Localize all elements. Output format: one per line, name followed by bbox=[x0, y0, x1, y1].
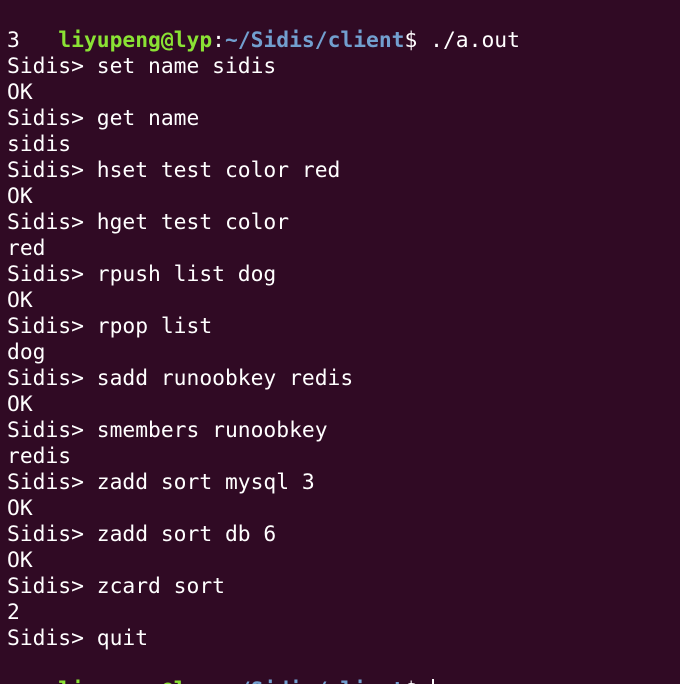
command-line: Sidis> smembers runoobkey bbox=[7, 418, 328, 443]
output-line: OK bbox=[7, 288, 33, 313]
command-line: Sidis> zadd sort mysql 3 bbox=[7, 470, 315, 495]
command-line: Sidis> zcard sort bbox=[7, 574, 225, 599]
output-line: sidis bbox=[7, 132, 72, 157]
prompt-trailing-space bbox=[417, 678, 430, 684]
command-line: Sidis> get name bbox=[7, 106, 200, 131]
prompt-path: ~/Sidis/client bbox=[225, 28, 405, 53]
command-text: ./a.out bbox=[417, 28, 520, 53]
output-line: OK bbox=[7, 80, 33, 105]
prompt-dollar: $ bbox=[405, 678, 418, 684]
prompt-dollar: $ bbox=[404, 28, 418, 53]
output-line: redis bbox=[7, 444, 72, 469]
output-line: OK bbox=[7, 496, 33, 521]
command-line: Sidis> rpop list bbox=[7, 314, 213, 339]
prompt-separator: : bbox=[212, 678, 225, 684]
command-line: Sidis> rpush list dog bbox=[7, 262, 277, 287]
prompt-user-host: liyupeng@lyp bbox=[58, 28, 213, 53]
command-line: Sidis> quit bbox=[7, 626, 149, 651]
prompt-user-host: liyupeng@lyp bbox=[58, 678, 212, 684]
prompt-line-first: liyupeng@lyp:~/Sidis/client$ ./a.out bbox=[7, 2, 520, 53]
command-line: Sidis> hget test color bbox=[7, 210, 290, 235]
output-line: OK bbox=[7, 548, 33, 573]
prompt-path: ~/Sidis/client bbox=[225, 678, 405, 684]
terminal-window[interactable]: liyupeng@lyp:~/Sidis/client$ ./a.out 3 S… bbox=[0, 0, 680, 684]
output-line: red bbox=[7, 236, 46, 261]
output-line: 3 bbox=[7, 28, 20, 53]
text-cursor bbox=[432, 679, 435, 684]
command-line: Sidis> zadd sort db 6 bbox=[7, 522, 277, 547]
command-line: Sidis> sadd runoobkey redis bbox=[7, 366, 354, 391]
output-line: dog bbox=[7, 340, 46, 365]
command-line: Sidis> hset test color red bbox=[7, 158, 341, 183]
prompt-separator: : bbox=[212, 28, 225, 53]
output-line: OK bbox=[7, 184, 33, 209]
output-line: OK bbox=[7, 392, 33, 417]
command-line: Sidis> set name sidis bbox=[7, 54, 277, 79]
prompt-line-last[interactable]: liyupeng@lyp:~/Sidis/client$ bbox=[7, 652, 435, 684]
output-line: 2 bbox=[7, 600, 20, 625]
